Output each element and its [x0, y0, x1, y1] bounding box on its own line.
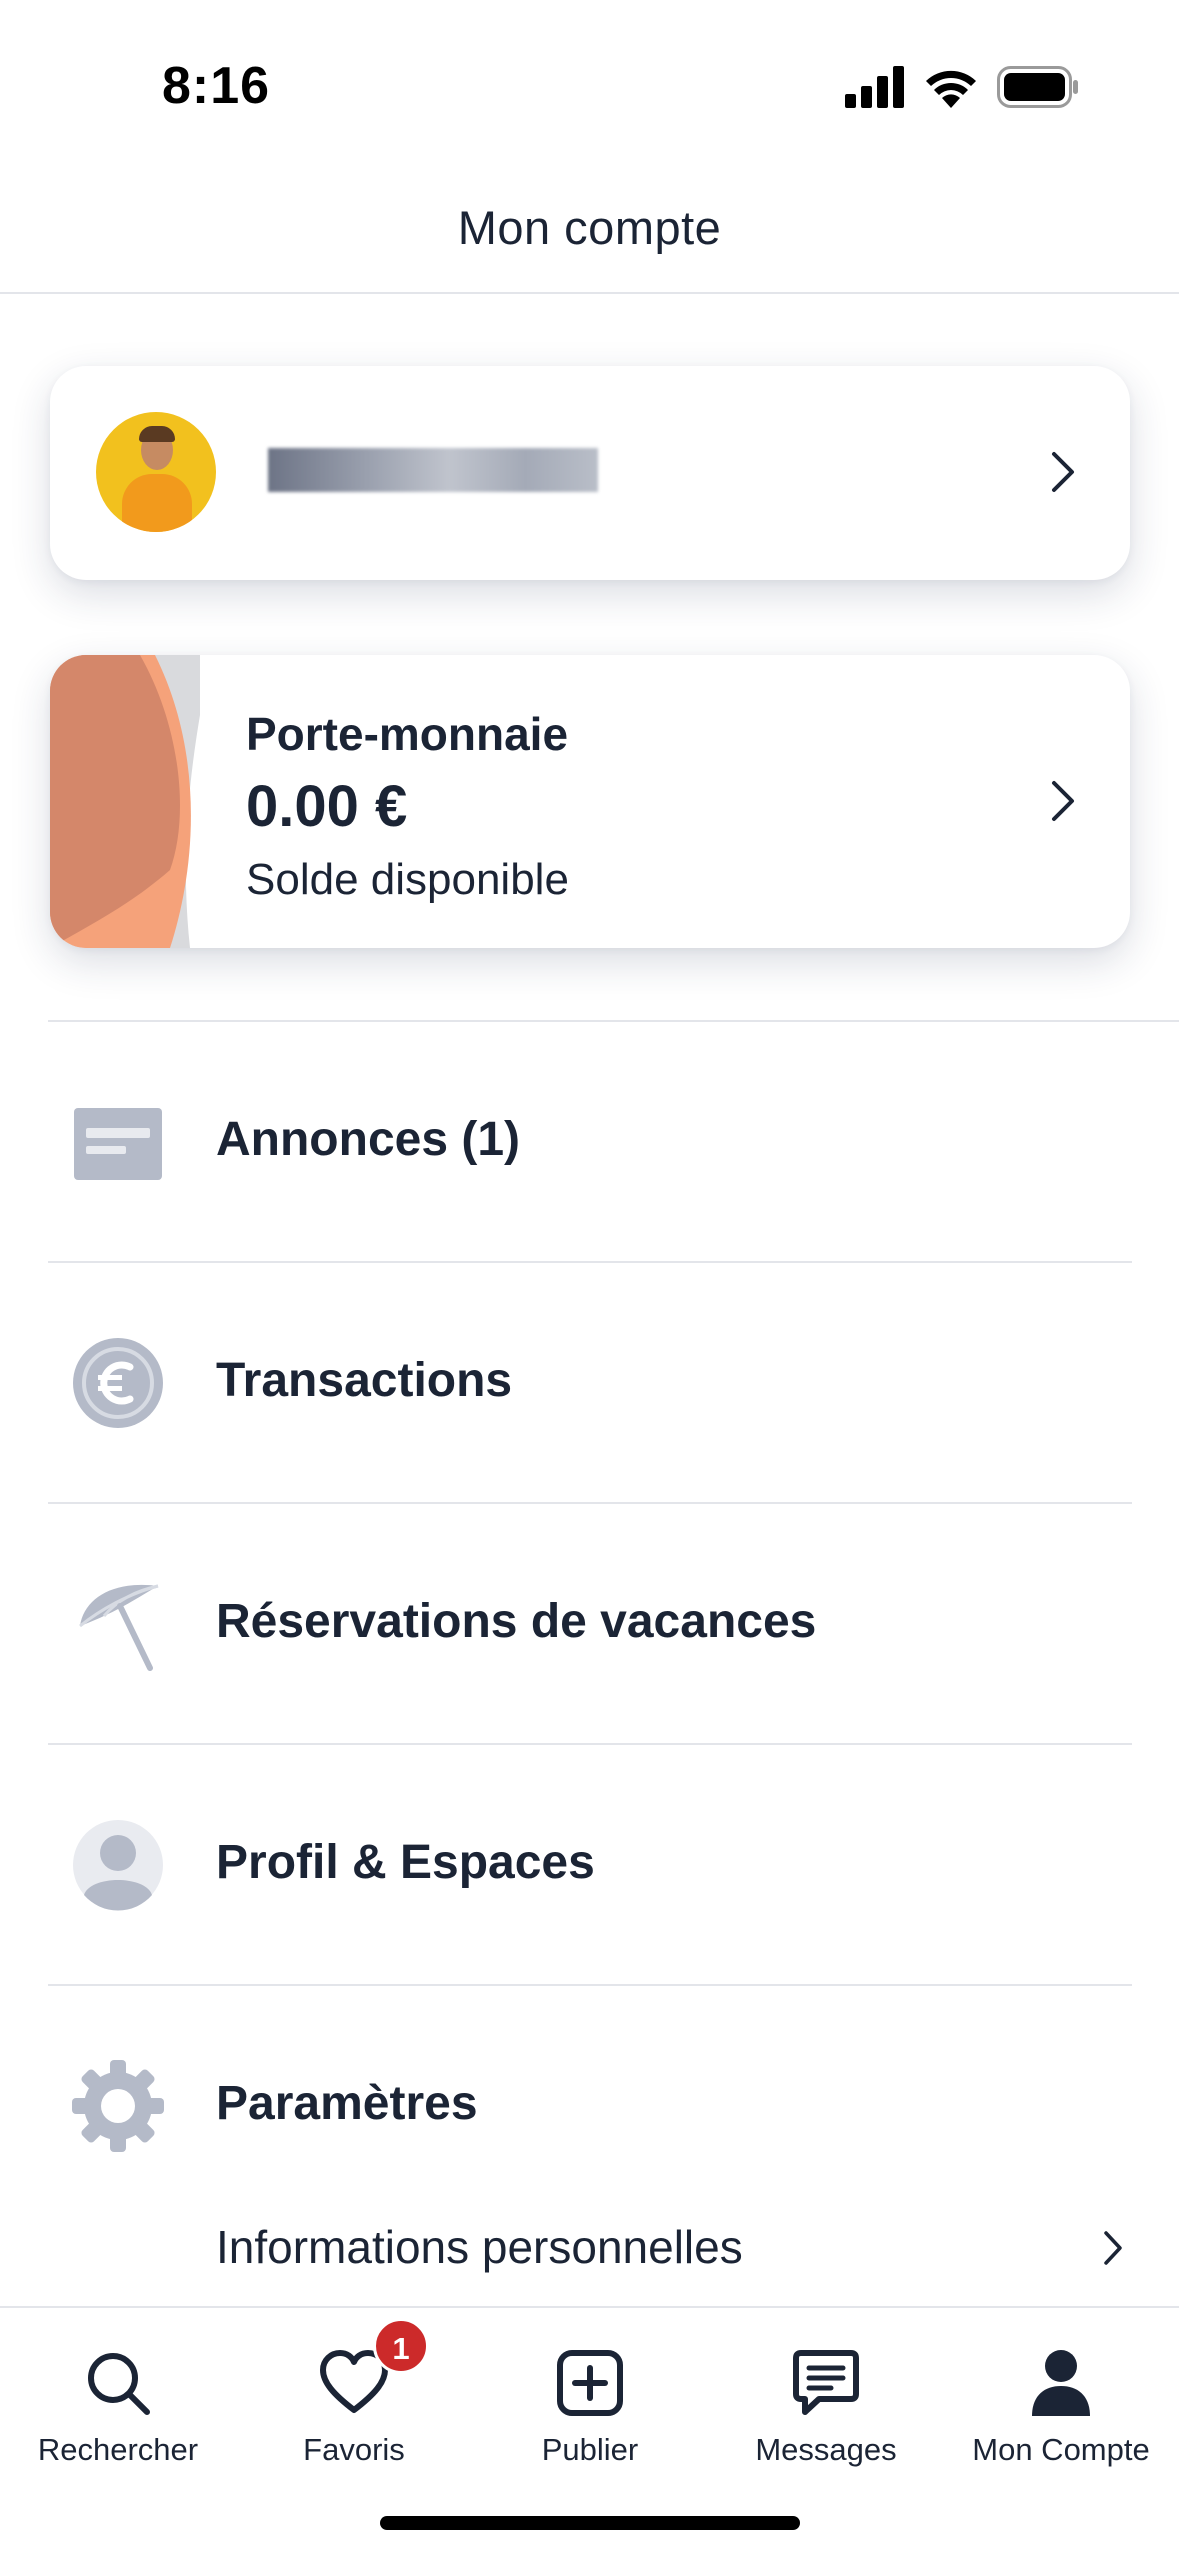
wifi-icon	[926, 70, 976, 108]
tab-rechercher[interactable]: Rechercher	[0, 2308, 236, 2488]
beach-umbrella-icon	[79, 1584, 159, 1671]
menu-item-parametres[interactable]: Paramètres	[48, 1986, 1132, 2226]
menu-item-transactions[interactable]: Transactions	[48, 1263, 1132, 1503]
profile-card[interactable]	[50, 366, 1130, 580]
message-icon	[793, 2350, 859, 2415]
menu-item-annonces[interactable]: Annonces (1)	[48, 1022, 1132, 1262]
avatar	[96, 412, 216, 532]
wallet-card[interactable]: Porte-monnaie 0.00 € Solde disponible	[50, 655, 1130, 948]
status-bar: 8:16	[0, 0, 1179, 170]
tab-label: Favoris	[303, 2432, 405, 2467]
battery-icon	[997, 66, 1078, 108]
tab-label: Messages	[755, 2432, 897, 2467]
wallet-balance: 0.00 €	[246, 774, 408, 839]
menu-label: Transactions	[216, 1354, 513, 1407]
home-indicator	[380, 2516, 800, 2530]
tab-mon-compte[interactable]: Mon Compte	[943, 2308, 1179, 2488]
wallet-illustration	[50, 655, 200, 948]
wallet-subtitle: Solde disponible	[246, 855, 569, 904]
menu-label: Paramètres	[216, 2077, 478, 2130]
menu-label: Annonces (1)	[216, 1113, 521, 1166]
menu-label: Réservations de vacances	[216, 1595, 817, 1648]
person-icon	[73, 1820, 163, 1911]
page-header: Mon compte	[0, 170, 1179, 294]
chevron-right-icon	[1104, 2231, 1122, 2265]
menu-item-profil[interactable]: Profil & Espaces	[48, 1745, 1132, 1985]
tab-messages[interactable]: Messages	[708, 2308, 944, 2488]
tab-label: Rechercher	[37, 2432, 199, 2467]
favorites-badge: 1	[373, 2318, 429, 2374]
menu-item-reservations[interactable]: Réservations de vacances	[48, 1504, 1132, 1744]
menu-label: Profil & Espaces	[216, 1836, 595, 1889]
tab-publier[interactable]: Publier	[472, 2308, 708, 2488]
chevron-right-icon	[1052, 781, 1074, 821]
listing-card-icon	[74, 1108, 162, 1180]
sub-item-label: Informations personnelles	[216, 2221, 743, 2273]
tab-label: Mon Compte	[972, 2432, 1150, 2467]
status-time: 8:16	[162, 57, 271, 115]
plus-square-icon	[557, 2350, 623, 2416]
chevron-right-icon	[1052, 452, 1074, 492]
signal-icon	[845, 66, 904, 108]
page-title: Mon compte	[457, 201, 722, 254]
user-icon	[1032, 2350, 1090, 2416]
euro-coin-icon	[73, 1338, 163, 1428]
settings-personal-info[interactable]: Informations personnelles	[48, 2200, 1132, 2290]
tab-label: Publier	[541, 2432, 639, 2467]
blurred-user-name	[268, 448, 598, 492]
wallet-label: Porte-monnaie	[246, 708, 569, 760]
tab-favoris[interactable]: Favoris	[236, 2308, 472, 2488]
gear-icon	[72, 2060, 164, 2152]
search-icon	[88, 2353, 150, 2415]
